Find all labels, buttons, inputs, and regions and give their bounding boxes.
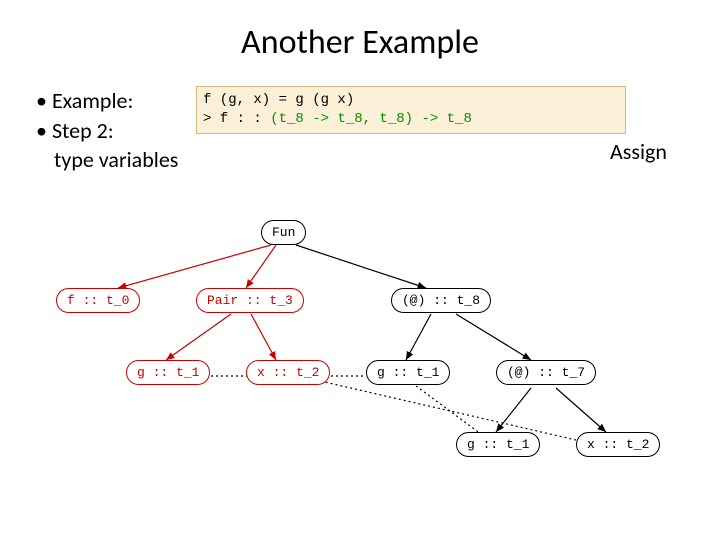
node-g-right-upper: g :: t_1 (366, 360, 450, 385)
node-g-left: g :: t_1 (126, 360, 210, 385)
bullet-example: Example: (36, 86, 178, 116)
node-pair: Pair :: t_3 (196, 288, 304, 313)
node-app-t8: (@) :: t_8 (391, 288, 491, 313)
node-g-right-lower: g :: t_1 (456, 432, 540, 457)
code-line-2-prefix: > f : : (203, 111, 270, 127)
code-line-2-type: (t_8 -> t_8, t_8) -> t_8 (270, 111, 472, 127)
node-x-right-lower: x :: t_2 (576, 432, 660, 457)
node-f: f :: t_0 (56, 288, 140, 313)
bullet-list: Example: Step 2: type variables (36, 86, 178, 175)
assign-label: Assign (610, 138, 667, 165)
code-line-1: f (g, x) = g (g x) (203, 92, 354, 108)
slide-title: Another Example (0, 0, 720, 79)
node-fun: Fun (261, 220, 306, 245)
type-tree-diagram: Fun f :: t_0 Pair :: t_3 (@) :: t_8 g ::… (36, 220, 684, 490)
node-x-left: x :: t_2 (246, 360, 330, 385)
code-box: f (g, x) = g (g x) > f : : (t_8 -> t_8, … (196, 86, 626, 134)
bullet-step2: Step 2: (36, 116, 178, 146)
bullet-typevars: type variables (36, 145, 178, 175)
node-app-t7: (@) :: t_7 (496, 360, 596, 385)
